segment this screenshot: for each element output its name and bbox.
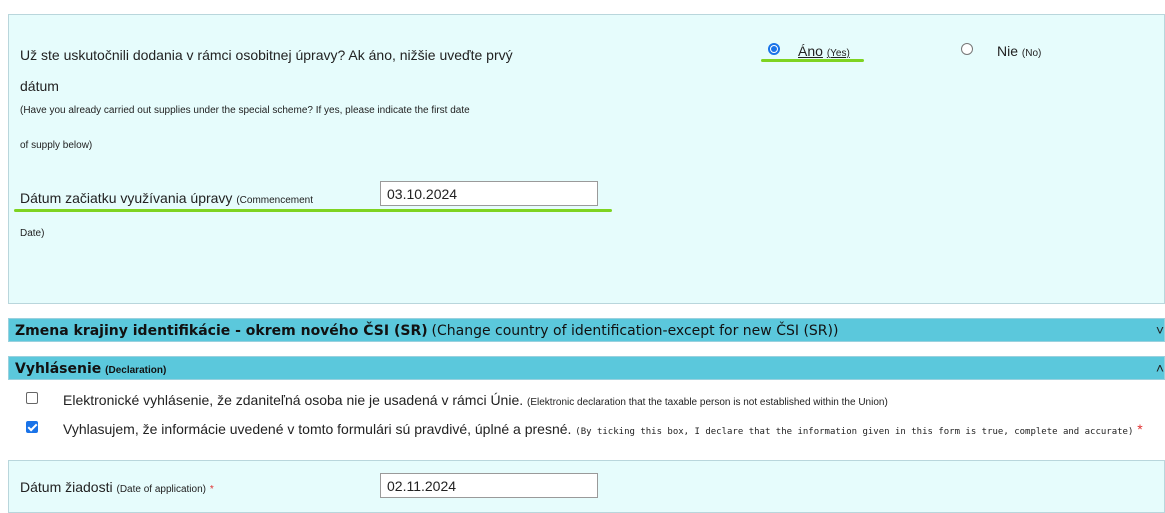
commencement-date-input[interactable] [380,181,598,206]
commencement-date-label: Dátum začiatku využívania úpravy (Commen… [20,190,313,206]
question-text: Už ste uskutočnili dodania v rámci osobi… [20,47,513,63]
required-mark: * [1137,421,1143,437]
yes-highlight-underline [761,59,864,62]
commencement-label-text: Dátum začiatku využívania úpravy [20,190,233,206]
application-date-label: Dátum žiadosti (Date of application) * [20,479,214,495]
declaration-true-checkbox[interactable] [26,421,38,433]
declaration-not-established-checkbox[interactable] [26,392,38,404]
no-label: Nie [997,43,1019,59]
declaration-not-established-text-en: (Elektronic declaration that the taxable… [527,397,888,408]
application-date-label-en: (Date of application) [116,484,206,495]
section-declaration-title-en: (Declaration) [105,365,167,376]
section-change-country-title: Zmena krajiny identifikácie - okrem nové… [15,323,428,339]
declaration-true-text: Vyhlasujem, že informácie uvedené v tomt… [63,421,572,437]
commencement-highlight-underline [14,209,612,212]
section-declaration[interactable]: Vyhlásenie (Declaration) ˄ [8,356,1165,380]
section-declaration-title: Vyhlásenie [15,361,102,377]
question-text-en-cont: of supply below) [20,140,93,151]
commencement-label-en: (Commencement [236,195,314,206]
chevron-down-icon[interactable]: ˅ [1156,319,1164,341]
required-mark: * [209,484,214,495]
yes-label: Áno [798,43,823,59]
declaration-not-established-label: Elektronické vyhlásenie, že zdaniteľná o… [63,392,888,408]
declaration-true-label: Vyhlasujem, že informácie uvedené v tomt… [63,421,1143,437]
special-scheme-panel: Už ste uskutočnili dodania v rámci osobi… [8,14,1165,304]
no-label-en: (No) [1021,48,1042,59]
declaration-not-established-text: Elektronické vyhlásenie, že zdaniteľná o… [63,392,524,408]
yes-option-label[interactable]: Áno (Yes) [798,43,850,59]
question-text-en: (Have you already carried out supplies u… [20,105,470,116]
yes-label-en: (Yes) [826,48,850,59]
chevron-up-icon[interactable]: ˄ [1156,357,1164,379]
no-radio[interactable] [961,43,973,55]
no-option-label[interactable]: Nie (No) [997,43,1041,59]
application-date-panel: Dátum žiadosti (Date of application) * [8,460,1165,513]
declaration-true-text-en: (By ticking this box, I declare that the… [575,427,1134,437]
section-change-country-title-en: (Change country of identification-except… [431,323,839,339]
application-date-label-text: Dátum žiadosti [20,479,113,495]
commencement-label-en-cont: Date) [20,228,45,239]
application-date-input[interactable] [380,473,598,498]
question-text-cont: dátum [20,78,59,94]
yes-radio[interactable] [768,43,780,55]
section-change-country[interactable]: Zmena krajiny identifikácie - okrem nové… [8,318,1165,342]
